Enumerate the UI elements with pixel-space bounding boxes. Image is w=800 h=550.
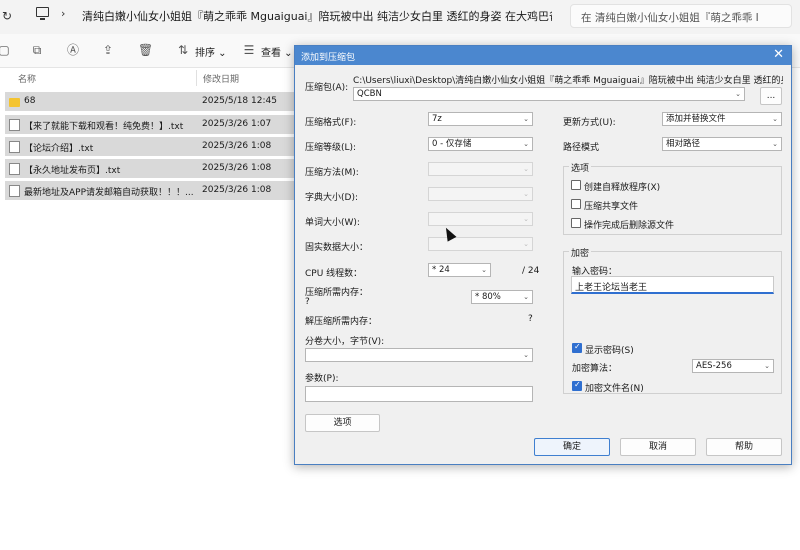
- chevron-right-icon[interactable]: ›: [61, 7, 65, 20]
- chevron-down-icon: ⌄: [772, 115, 778, 123]
- encryption-method-label: 加密算法：: [572, 364, 618, 374]
- view-icon: ☰: [243, 43, 255, 57]
- column-name[interactable]: 名称: [18, 72, 36, 85]
- refresh-icon[interactable]: ↻: [2, 9, 12, 23]
- cpu-total: / 24: [522, 266, 540, 276]
- dict-label: 字典大小(D):: [305, 193, 358, 203]
- column-modified[interactable]: 修改日期: [203, 72, 239, 85]
- mem-comp-label: 压缩所需内存：: [305, 288, 369, 298]
- chevron-down-icon: ⌄: [481, 266, 487, 274]
- view-button[interactable]: 查看 ⌄: [261, 44, 293, 59]
- sort-icon: ⇅: [177, 43, 189, 57]
- share-icon[interactable]: ⇪: [101, 43, 115, 57]
- file-row[interactable]: 【永久地址发布页】.txt 2025/3/26 1:08: [5, 159, 295, 178]
- update-mode-select[interactable]: 添加并替换文件 ⌄: [662, 112, 782, 126]
- archive-path: C:\Users\liuxi\Desktop\清纯白嫩小仙女小姐姐『萌之乖乖 M…: [353, 76, 783, 86]
- level-select[interactable]: 0 - 仅存储 ⌄: [428, 137, 533, 151]
- close-icon[interactable]: ✕: [773, 47, 784, 62]
- help-button[interactable]: 帮助: [706, 438, 782, 456]
- dict-select: ⌄: [428, 187, 533, 201]
- mem-decomp-unknown: ?: [528, 314, 533, 324]
- file-row[interactable]: 最新地址及APP请发邮箱自动获取！！！... 2025/3/26 1:08: [5, 181, 295, 200]
- encryption-method-select[interactable]: AES-256 ⌄: [692, 359, 774, 373]
- options-button[interactable]: 选项: [305, 414, 380, 432]
- chevron-down-icon: ⌄: [523, 240, 529, 248]
- address-path[interactable]: 清纯白嫩小仙女小姐姐『萌之乖乖 Mguaiguai』陪玩被中出 纯洁少女白里 透…: [82, 8, 552, 24]
- format-label: 压缩格式(F):: [305, 118, 357, 128]
- chevron-down-icon: ⌄: [523, 115, 529, 123]
- encryption-group: 加密 输入密码： 显示密码(S) 加密算法： AES-256⌄ 加密文件名(N): [563, 246, 782, 394]
- text-file-icon: [9, 119, 20, 131]
- level-label: 压缩等级(L):: [305, 143, 357, 153]
- chevron-down-icon: ⌄: [523, 165, 529, 173]
- rename-icon[interactable]: Ⓐ: [66, 43, 80, 57]
- options-group-title: 选项: [569, 161, 592, 174]
- this-pc-icon[interactable]: [36, 7, 49, 20]
- address-bar: ↻ › 清纯白嫩小仙女小姐姐『萌之乖乖 Mguaiguai』陪玩被中出 纯洁少女…: [0, 0, 800, 34]
- chevron-down-icon: ⌄: [523, 140, 529, 148]
- text-file-icon: [9, 141, 20, 153]
- params-input[interactable]: [305, 386, 533, 402]
- dialog-title-bar[interactable]: 添加到压缩包 ✕: [295, 46, 791, 65]
- text-file-icon: [9, 163, 20, 175]
- split-label: 分卷大小，字节(V):: [305, 337, 385, 347]
- search-input[interactable]: 在 清纯白嫩小仙女小姐姐『萌之乖乖 I: [570, 4, 792, 28]
- delete-icon[interactable]: 🗑: [138, 43, 153, 57]
- solid-label: 固实数据大小：: [305, 243, 369, 253]
- encryption-group-title: 加密: [569, 246, 592, 259]
- options-group: 选项 创建自释放程序(X) 压缩共享文件 操作完成后删除源文件: [563, 161, 782, 235]
- word-label: 单词大小(W):: [305, 218, 360, 228]
- method-select: ⌄: [428, 162, 533, 176]
- mem-usage-select[interactable]: * 80% ⌄: [471, 290, 533, 304]
- mem-comp-unknown: ?: [305, 297, 310, 307]
- cpu-threads-select[interactable]: * 24 ⌄: [428, 263, 491, 277]
- add-to-archive-dialog: 添加到压缩包 ✕ 压缩包(A): C:\Users\liuxi\Desktop\…: [294, 45, 792, 465]
- file-row[interactable]: 68 2025/5/18 12:45: [5, 92, 295, 111]
- split-size-combo[interactable]: ⌄: [305, 348, 533, 362]
- column-divider[interactable]: [196, 70, 197, 86]
- file-row[interactable]: 【来了就能下载和观看！纯免费！】.txt 2025/3/26 1:07: [5, 115, 295, 134]
- new-icon[interactable]: ▢: [0, 43, 11, 57]
- archive-label: 压缩包(A):: [305, 83, 349, 93]
- chevron-down-icon: ⌄: [764, 362, 770, 370]
- path-mode-label: 路径模式: [563, 143, 600, 153]
- format-select[interactable]: 7z ⌄: [428, 112, 533, 126]
- cancel-button[interactable]: 取消: [620, 438, 696, 456]
- chevron-down-icon: ⌄: [772, 140, 778, 148]
- browse-button[interactable]: ...: [760, 87, 782, 105]
- chevron-down-icon: ⌄: [523, 293, 529, 301]
- word-select: ⌄: [428, 212, 533, 226]
- password-input[interactable]: 上老王论坛当老王: [571, 276, 774, 294]
- sort-button[interactable]: 排序 ⌄: [195, 44, 227, 59]
- text-file-icon: [9, 185, 20, 197]
- params-label: 参数(P):: [305, 374, 339, 384]
- method-label: 压缩方法(M):: [305, 168, 359, 178]
- copy-icon[interactable]: ⧉: [30, 43, 44, 57]
- path-mode-select[interactable]: 相对路径 ⌄: [662, 137, 782, 151]
- solid-select: ⌄: [428, 237, 533, 251]
- chevron-down-icon[interactable]: ⌄: [735, 88, 741, 100]
- chevron-down-icon: ⌄: [523, 190, 529, 198]
- dialog-title: 添加到压缩包: [301, 53, 356, 63]
- file-row[interactable]: 【论坛介绍】.txt 2025/3/26 1:08: [5, 137, 295, 156]
- ok-button[interactable]: 确定: [534, 438, 610, 456]
- archive-name-combo[interactable]: QCBN ⌄: [353, 87, 745, 101]
- folder-icon: [9, 98, 20, 107]
- update-label: 更新方式(U):: [563, 118, 616, 128]
- cpu-label: CPU 线程数：: [305, 269, 363, 279]
- chevron-down-icon[interactable]: ⌄: [523, 349, 529, 361]
- mem-decomp-label: 解压缩所需内存：: [305, 317, 378, 327]
- chevron-down-icon: ⌄: [523, 215, 529, 223]
